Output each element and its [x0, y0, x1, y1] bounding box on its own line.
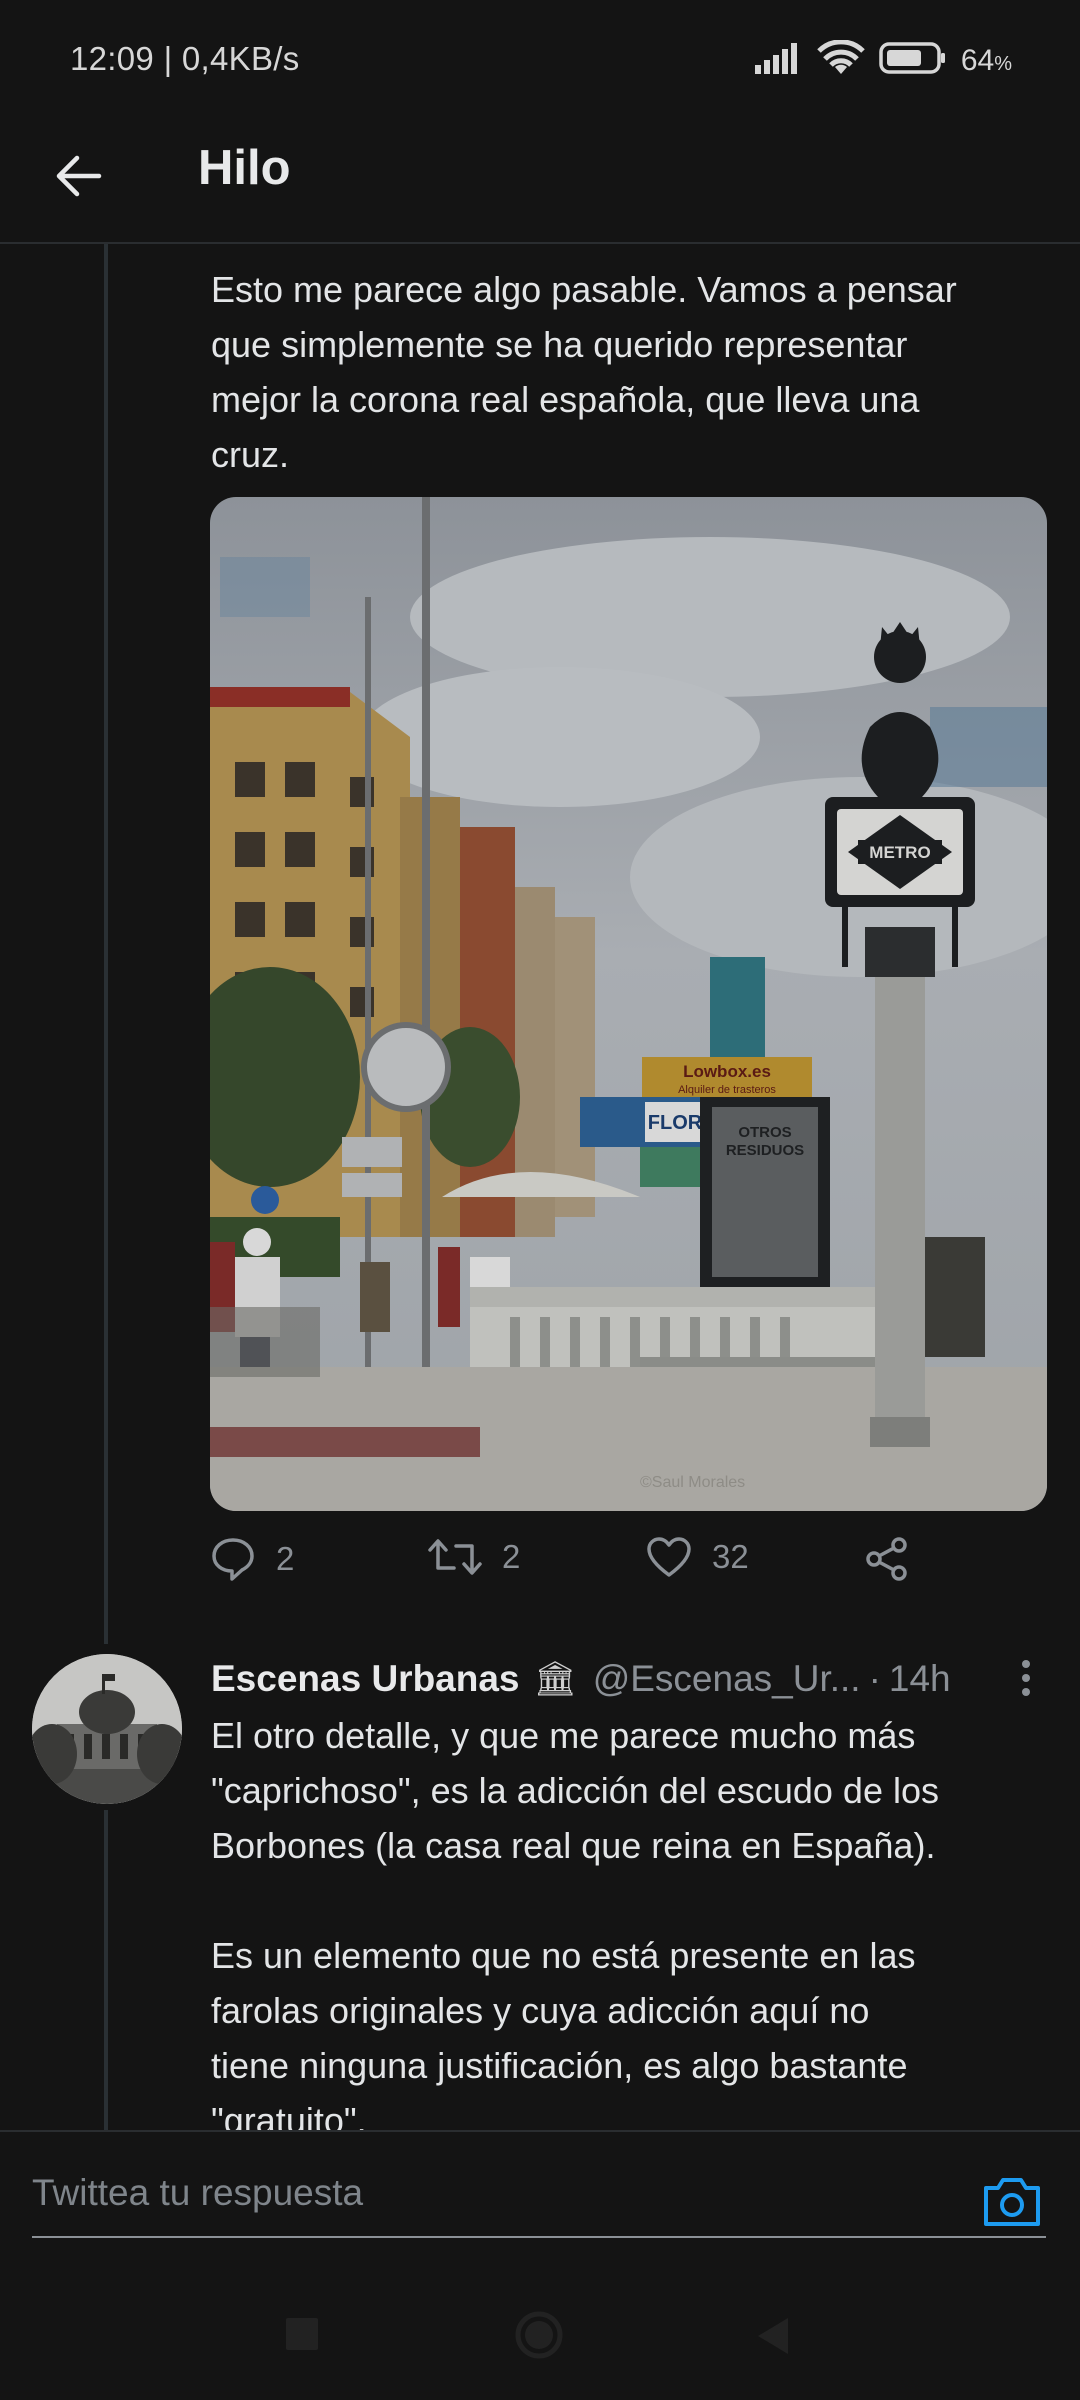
triangle-back-icon [758, 2318, 788, 2354]
thread-connector [104, 244, 108, 1644]
reply-count: 2 [276, 1540, 295, 1577]
reply-action[interactable]: 2 [210, 1536, 294, 1582]
status-time: 12:09 [70, 40, 155, 77]
circle-icon [515, 2311, 563, 2359]
battery-unit: % [994, 52, 1012, 75]
wifi-icon [817, 39, 865, 81]
back-button[interactable] [46, 144, 110, 208]
system-nav-bar [0, 2280, 1080, 2400]
share-icon [866, 1537, 907, 1581]
tweet-author-line: Escenas Urbanas 🏛 @Escenas_Ur... · 14h [211, 1654, 1051, 1704]
status-right: 64% [753, 39, 1012, 81]
building-icon: 🏛 [533, 1660, 577, 1698]
page-title: Hilo [198, 141, 291, 195]
arrow-left-icon [56, 155, 102, 197]
reply-input[interactable]: Twittea tu respuesta [32, 2168, 1046, 2238]
tweet-time: 14h [888, 1658, 951, 1699]
avatar[interactable] [32, 1654, 182, 1804]
status-separator: | [163, 40, 182, 77]
camera-button[interactable] [980, 2172, 1044, 2232]
heart-icon [647, 1537, 691, 1577]
signal-icon [753, 41, 803, 80]
metro-sign-text: METRO [869, 843, 930, 862]
recents-button[interactable] [284, 2316, 320, 2357]
photo-watermark: ©Saul Morales [640, 1474, 745, 1491]
like-count: 32 [712, 1538, 749, 1575]
separator-dot: · [868, 1658, 881, 1699]
square-icon [286, 2318, 318, 2350]
tweet-text: Esto me parece algo pasable. Vamos a pen… [211, 269, 957, 475]
app-header: Hilo [0, 118, 1080, 244]
retweet-icon [428, 1539, 482, 1575]
shop-sign-text: Lowbox.es [683, 1062, 771, 1081]
battery-value: 64 [960, 43, 995, 77]
author-handle[interactable]: @Escenas_Ur... [593, 1658, 861, 1700]
shop-sign-subtext: Alquiler de trasteros [678, 1084, 776, 1096]
battery-icon [879, 41, 947, 80]
more-vertical-icon [1022, 1660, 1030, 1696]
status-left: 12:09 | 0,4KB/s [70, 40, 300, 78]
more-options-button[interactable] [1008, 1654, 1044, 1704]
share-action[interactable] [864, 1536, 910, 1582]
thread-connector [104, 1810, 108, 2130]
reply-icon [212, 1538, 254, 1581]
camera-icon [984, 2178, 1040, 2226]
flor-sign-text: FLOR [648, 1112, 703, 1134]
tweet-text: El otro detalle, y que me parece mucho m… [211, 1715, 939, 1866]
author-name[interactable]: Escenas Urbanas [211, 1658, 520, 1700]
like-action[interactable]: 32 [646, 1536, 749, 1578]
reply-bar: Twittea tu respuesta [0, 2130, 1080, 2280]
back-nav-button[interactable] [754, 2316, 790, 2361]
tweet-text-continued: Es un elemento que no está presente en l… [211, 1935, 916, 2141]
status-bar: 12:09 | 0,4KB/s 64% [0, 0, 1080, 118]
retweet-action[interactable]: 2 [428, 1536, 520, 1578]
retweet-count: 2 [502, 1538, 521, 1575]
home-button[interactable] [514, 2310, 564, 2365]
battery-percentage: 64% [961, 44, 1012, 78]
status-speed: 0,4KB/s [181, 40, 300, 77]
tweet-actions: 2 2 32 [210, 1536, 970, 1596]
tweet-photo[interactable]: Lowbox.es Alquiler de trasteros FLOR OTR… [210, 497, 1047, 1511]
